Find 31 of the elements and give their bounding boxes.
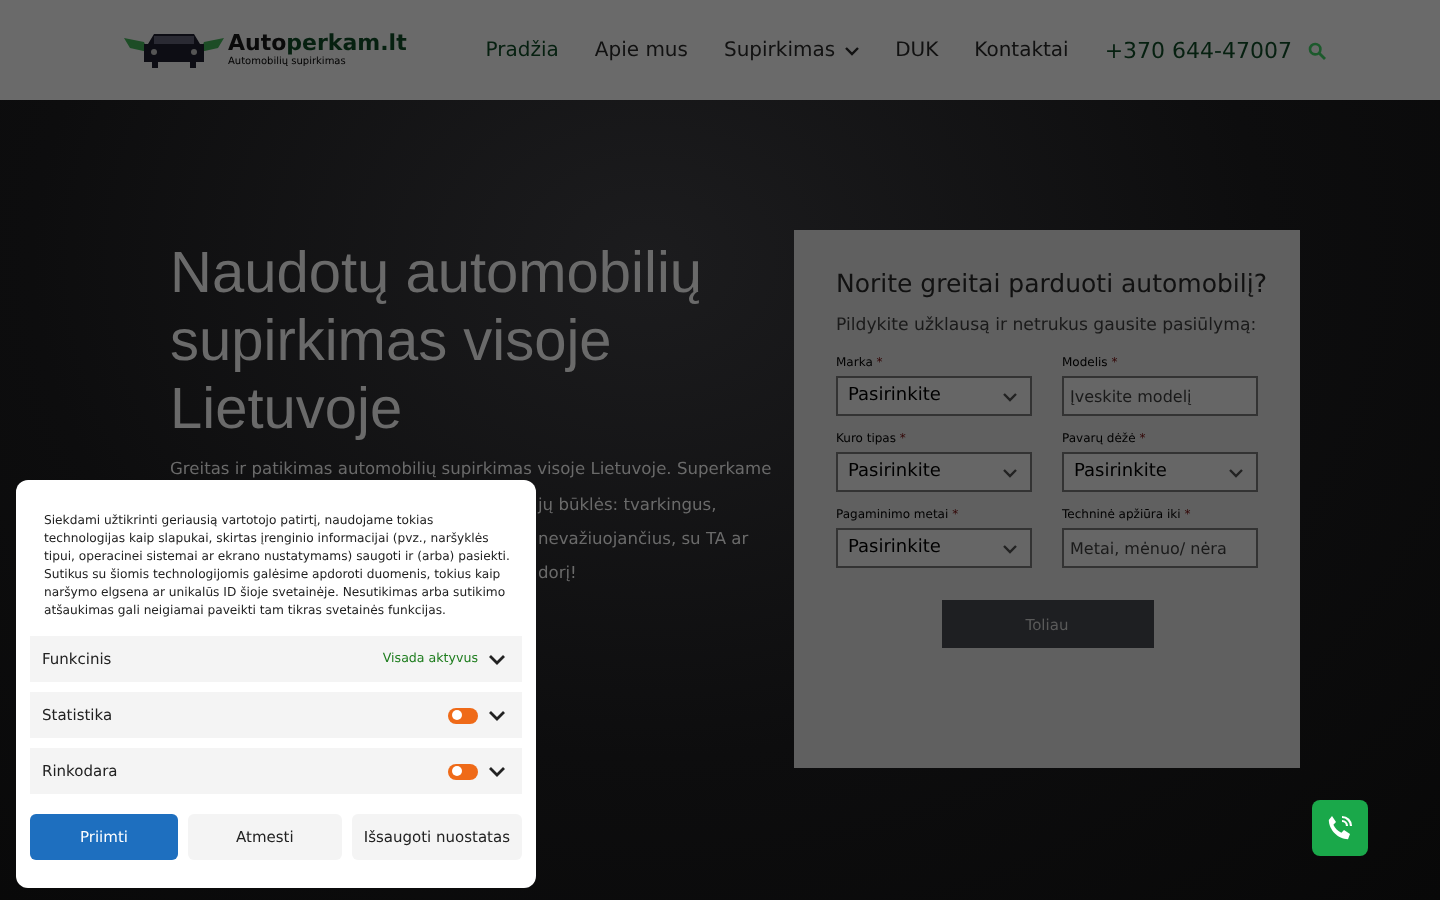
input-field[interactable]: Įveskite modelį	[1062, 376, 1258, 416]
toggle-switch[interactable]	[448, 763, 478, 779]
chevron-icon	[1002, 467, 1018, 477]
chevron-icon[interactable]	[488, 765, 506, 777]
hero-text: jų būklės: tvarkingus,	[538, 492, 717, 518]
nav-link[interactable]: DUK	[895, 39, 939, 61]
select-field[interactable]: Pasirinkite	[836, 376, 1032, 416]
phone-link[interactable]: +370 644-47007	[1104, 37, 1292, 63]
chevron-icon[interactable]	[488, 709, 506, 721]
input-field[interactable]: Metai, mėnuo/ nėra	[1062, 528, 1258, 568]
nav-link[interactable]: Supirkimas	[723, 39, 860, 61]
hero-heading: Naudotų automobilių supirkimas visoje Lietuvoje	[170, 240, 705, 444]
select-field[interactable]: Pasirinkite	[836, 528, 1032, 568]
toggle-switch[interactable]	[448, 707, 478, 723]
logo-text[interactable]: Autoperkam.lt	[228, 32, 407, 56]
nav-link[interactable]: Pradžia	[485, 39, 559, 61]
chevron-icon	[1002, 391, 1018, 401]
hero-text: dorį!	[538, 560, 577, 586]
select-field[interactable]: Pasirinkite	[1062, 452, 1258, 492]
nav-link[interactable]: Apie mus	[594, 39, 688, 61]
call-button[interactable]	[1312, 800, 1368, 856]
chevron-icon	[1002, 543, 1018, 553]
chevron-icon	[1228, 467, 1244, 477]
select-field[interactable]: Pasirinkite	[836, 452, 1032, 492]
nav-link[interactable]: Kontaktai	[974, 39, 1069, 61]
car-logo-icon	[124, 30, 224, 70]
hero-text: Greitas ir patikimas automobilių supirkimas visoje Lietuvoje. Superkame	[170, 456, 772, 482]
form-subtitle: Pildykite užklausą ir netrukus gausite pasiūlymą:	[836, 316, 1258, 336]
phone-icon	[1324, 812, 1356, 844]
hero-text: nevažiuojančius, su TA ar	[538, 526, 749, 552]
chevron-icon[interactable]	[488, 653, 506, 665]
